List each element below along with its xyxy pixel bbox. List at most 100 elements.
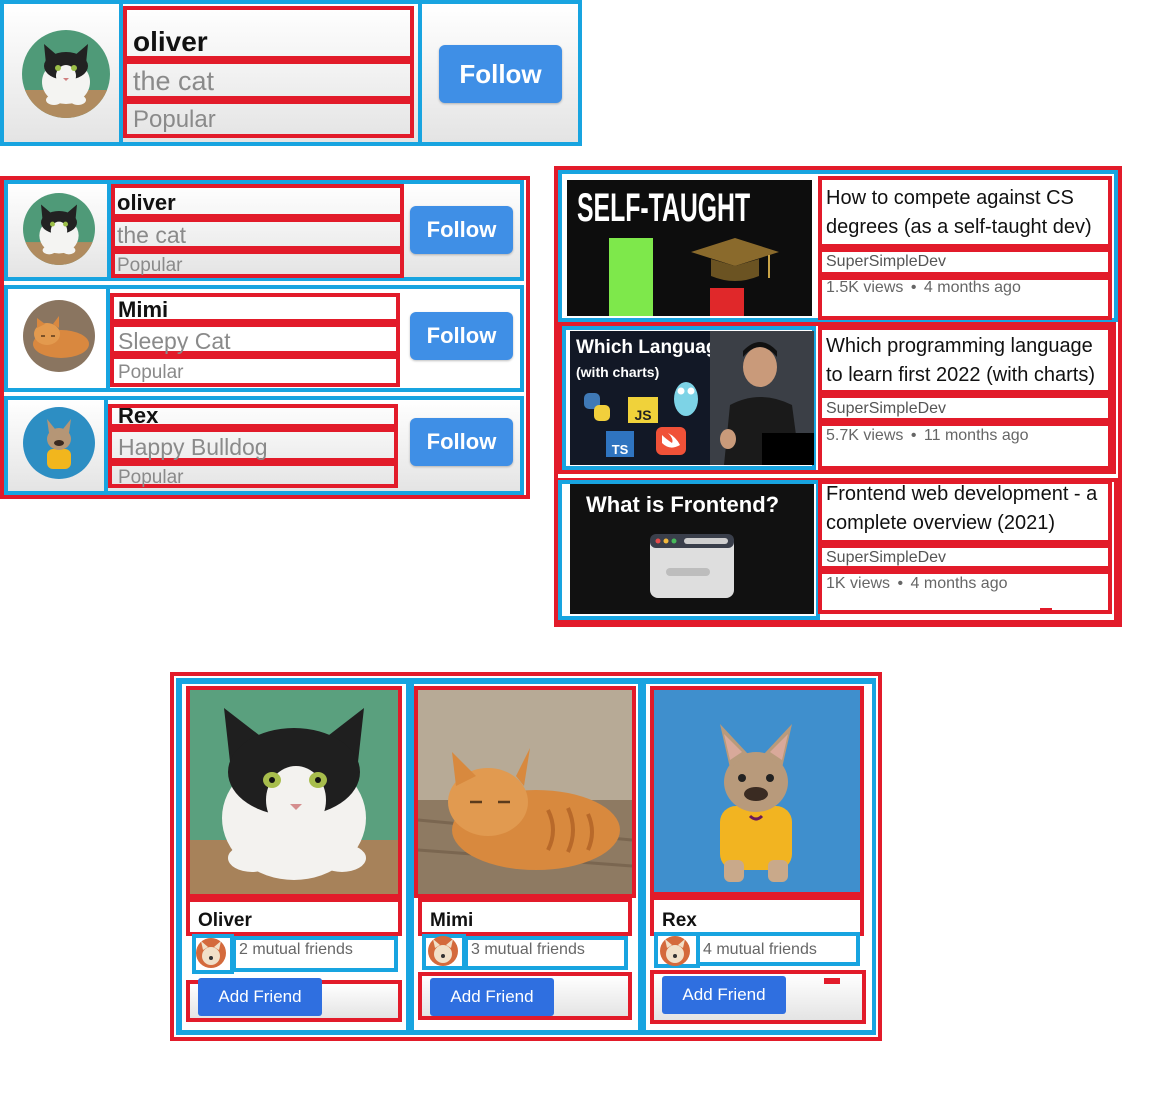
list-tag: Popular [118,362,184,383]
mutual-friends[interactable]: 4 mutual friends [703,941,856,959]
cat-avatar-mimi [23,300,95,372]
list-name-box: Mimi [110,293,400,323]
video-views: 1K views [826,575,891,592]
list-name: Rex [118,404,159,428]
add-friend-button[interactable]: Add Friend [430,978,554,1016]
friend-photo-box [650,686,864,896]
list-subtitle-box: the cat [111,218,404,250]
graduation-cap-icon [691,238,779,281]
browser-window-icon [650,534,734,598]
separator-dot: • [910,279,917,296]
friend-name-box: Mimi [418,898,632,936]
go-gopher-icon [674,382,698,416]
friend-name[interactable]: Oliver [198,910,398,932]
list-tag: Popular [117,255,183,276]
list-name-box: Rex [108,404,398,428]
video-title-box: How to compete against CS degrees (as a … [818,176,1112,248]
profile-name-box: oliver [123,6,414,60]
video-stats: 1K views • 4 months ago [826,576,1108,592]
swift-logo-icon [656,427,686,455]
profile-subtitle-box: the cat [123,60,414,100]
list-subtitle: Sleepy Cat [118,328,231,354]
add-friend-button[interactable]: Add Friend [198,978,322,1016]
follow-button[interactable]: Follow [410,206,513,254]
list-name-box: oliver [111,184,404,218]
video-channel-box: SuperSimpleDev [818,248,1112,276]
mutual-friends[interactable]: 2 mutual friends [239,941,394,959]
cat-avatar-oliver [23,193,95,265]
list-subtitle: Happy Bulldog [118,434,268,460]
video-title[interactable]: How to compete against CS degrees (as a … [826,184,1108,242]
video-views: 5.7K views [826,427,904,444]
video-title-box: Frontend web development - a complete ov… [818,480,1112,544]
python-logo-icon [584,393,610,421]
video-stats-box: 1.5K views • 4 months ago [818,276,1112,320]
cat-photo-mimi [418,690,632,894]
mutual-friends-box: 4 mutual friends [696,932,860,966]
profile-name: oliver [133,26,208,57]
video-title[interactable]: Which programming language to learn firs… [826,332,1108,390]
separator-dot: • [897,575,904,592]
friend-name[interactable]: Rex [662,910,860,932]
cat-photo-oliver [190,690,398,894]
video-channel-box: SuperSimpleDev [818,544,1112,570]
friend-photo-box [186,686,402,898]
dog-photo-rex [654,690,860,892]
profile-subtitle: the cat [133,66,215,96]
dog-mini-avatar [196,938,226,968]
friend-name-box: Rex [650,896,864,936]
video-stats: 5.7K views • 11 months ago [826,428,1108,444]
mutual-friends-box: 2 mutual friends [232,936,398,972]
marker [1040,608,1052,613]
cat-avatar-oliver [22,30,110,118]
add-friend-button[interactable]: Add Friend [662,976,786,1014]
profile-tag: Popular [133,106,216,133]
video-channel[interactable]: SuperSimpleDev [826,550,1108,566]
video-stats: 1.5K views • 4 months ago [826,280,1108,296]
video-age: 11 months ago [923,427,1029,444]
video-channel[interactable]: SuperSimpleDev [826,254,1108,270]
friend-photo-box [414,686,636,898]
list-tag: Popular [118,467,184,488]
list-name: oliver [117,190,176,215]
thumbnail-text: SELF-TAUGHT [577,186,751,230]
presenter-image [710,331,814,465]
profile-tag-box: Popular [123,100,414,138]
video-age: 4 months ago [910,575,1008,592]
video-thumbnail[interactable]: SELF-TAUGHT [567,180,812,316]
follow-button[interactable]: Follow [410,418,513,466]
separator-dot: • [910,427,917,444]
dog-avatar-rex [23,407,95,479]
video-thumbnail[interactable]: Which Language? (with charts) JS TS [570,331,814,465]
thumbnail-red-bar [710,288,744,316]
video-age: 4 months ago [923,279,1021,296]
dog-mini-avatar [660,936,690,966]
video-thumbnail[interactable]: What is Frontend? [570,484,814,614]
dog-mini-avatar [428,936,458,966]
list-tag-box: Popular [111,250,404,278]
typescript-badge: TS [606,431,634,457]
mutual-friends[interactable]: 3 mutual friends [471,941,624,959]
mutual-friends-box: 3 mutual friends [464,936,628,970]
video-stats-box: 5.7K views • 11 months ago [818,422,1112,470]
video-channel-box: SuperSimpleDev [818,394,1112,422]
javascript-badge: JS [628,397,658,423]
thumbnail-green-bar [609,238,653,316]
friend-name[interactable]: Mimi [430,910,628,932]
thumbnail-text: What is Frontend? [586,492,780,517]
video-channel[interactable]: SuperSimpleDev [826,401,1108,417]
list-tag-box: Popular [110,355,400,387]
video-title[interactable]: Frontend web development - a complete ov… [826,484,1108,538]
list-subtitle: the cat [117,222,187,248]
video-title-box: Which programming language to learn firs… [818,326,1112,394]
video-stats-box: 1K views • 4 months ago [818,570,1112,614]
follow-button[interactable]: Follow [410,312,513,360]
friend-name-box: Oliver [186,898,402,936]
list-subtitle-box: Happy Bulldog [108,428,398,462]
list-name: Mimi [118,297,169,322]
list-tag-box: Popular [108,462,398,488]
video-views: 1.5K views [826,279,904,296]
follow-button[interactable]: Follow [439,45,562,103]
thumbnail-subtext: (with charts) [576,364,660,380]
marker [824,978,840,984]
